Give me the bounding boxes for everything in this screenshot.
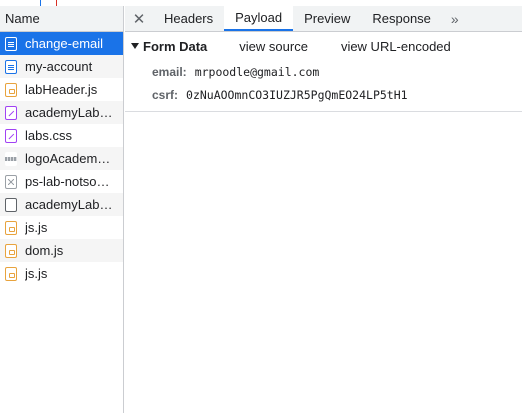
request-details-panel: ✕ Headers Payload Preview Response » For… bbox=[125, 6, 522, 413]
document-icon bbox=[5, 36, 17, 51]
request-name: js.js bbox=[25, 266, 48, 281]
image-icon bbox=[5, 151, 17, 166]
request-name: logoAcadem… bbox=[25, 151, 111, 166]
request-list: change-email my-account labHeader.js aca… bbox=[0, 32, 123, 285]
request-row[interactable]: js.js bbox=[0, 216, 123, 239]
more-tabs-icon[interactable]: » bbox=[442, 6, 468, 31]
form-data-title: Form Data bbox=[143, 38, 208, 54]
request-name: js.js bbox=[25, 220, 48, 235]
request-row[interactable]: academyLab… bbox=[0, 193, 123, 216]
request-list-panel: Name change-email my-account labHeader.j… bbox=[0, 6, 124, 413]
request-name: labHeader.js bbox=[25, 82, 98, 97]
request-name: dom.js bbox=[25, 243, 64, 258]
css-icon bbox=[5, 128, 17, 143]
details-tabbar: ✕ Headers Payload Preview Response » bbox=[125, 6, 522, 32]
request-row[interactable]: labHeader.js bbox=[0, 78, 123, 101]
request-row[interactable]: labs.css bbox=[0, 124, 123, 147]
tab-headers[interactable]: Headers bbox=[153, 6, 224, 31]
expand-triangle-icon[interactable] bbox=[131, 43, 139, 49]
request-name: my-account bbox=[25, 59, 93, 74]
request-name: ps-lab-notso… bbox=[25, 174, 110, 189]
js-icon bbox=[5, 266, 17, 281]
request-name: academyLab… bbox=[25, 105, 113, 120]
tab-response[interactable]: Response bbox=[361, 6, 442, 31]
param-key: csrf: bbox=[152, 87, 179, 102]
close-icon[interactable]: ✕ bbox=[125, 6, 153, 31]
param-row: csrf: 0zNuAOOmnCO3IUZJR5PgQmEO24LP5tH1 bbox=[152, 83, 522, 106]
request-row[interactable]: js.js bbox=[0, 262, 123, 285]
request-row[interactable]: ps-lab-notso… bbox=[0, 170, 123, 193]
js-icon bbox=[5, 82, 17, 97]
param-key: email: bbox=[152, 64, 187, 79]
blank-file-icon bbox=[5, 197, 17, 212]
tab-payload[interactable]: Payload bbox=[224, 6, 294, 31]
request-row[interactable]: my-account bbox=[0, 55, 123, 78]
tab-preview[interactable]: Preview bbox=[293, 6, 361, 31]
file-icon bbox=[5, 174, 17, 189]
document-icon bbox=[5, 59, 17, 74]
param-value[interactable]: 0zNuAOOmnCO3IUZJR5PgQmEO24LP5tH1 bbox=[186, 88, 408, 102]
request-row[interactable]: logoAcadem… bbox=[0, 147, 123, 170]
param-row: email: mrpoodle@gmail.com bbox=[152, 60, 522, 83]
name-column-header[interactable]: Name bbox=[0, 6, 123, 32]
view-source-link[interactable]: view source bbox=[239, 39, 308, 54]
section-divider bbox=[125, 111, 522, 112]
param-value[interactable]: mrpoodle@gmail.com bbox=[195, 65, 320, 79]
js-icon bbox=[5, 243, 17, 258]
js-icon bbox=[5, 220, 17, 235]
request-row[interactable]: change-email bbox=[0, 32, 123, 55]
request-name: labs.css bbox=[25, 128, 72, 143]
request-row[interactable]: academyLab… bbox=[0, 101, 123, 124]
request-name: academyLab… bbox=[25, 197, 113, 212]
form-data-section-header[interactable]: Form Data view source view URL-encoded bbox=[125, 32, 522, 60]
form-params: email: mrpoodle@gmail.com csrf: 0zNuAOOm… bbox=[125, 60, 522, 106]
view-url-encoded-link[interactable]: view URL-encoded bbox=[341, 39, 451, 54]
request-name: change-email bbox=[25, 36, 104, 51]
css-icon bbox=[5, 105, 17, 120]
request-row[interactable]: dom.js bbox=[0, 239, 123, 262]
